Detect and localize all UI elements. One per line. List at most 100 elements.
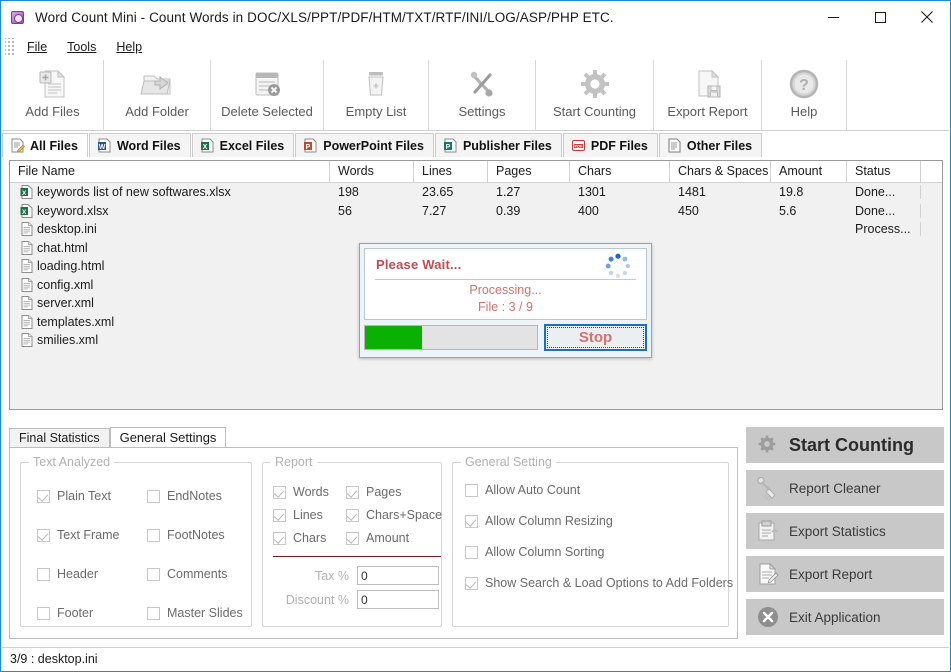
checkbox-report-lines-box[interactable]: [273, 509, 286, 522]
toolbar-start-counting[interactable]: Start Counting: [536, 60, 654, 130]
tax-input[interactable]: [357, 566, 439, 585]
tab-general-settings[interactable]: General Settings: [110, 427, 227, 448]
column-header-pages[interactable]: Pages: [488, 161, 570, 182]
column-header-chars[interactable]: Chars: [570, 161, 670, 182]
toolbar-empty-list[interactable]: Empty List: [324, 60, 429, 130]
tab-final-statistics[interactable]: Final Statistics: [9, 428, 110, 448]
toolbar-add-folder[interactable]: Add Folder: [104, 60, 211, 130]
checkbox-footnotes-box[interactable]: [147, 529, 160, 542]
column-header-words[interactable]: Words: [330, 161, 414, 182]
stop-button[interactable]: Stop: [544, 324, 647, 351]
close-button[interactable]: [904, 1, 950, 33]
tab-other-files[interactable]: Other Files: [659, 133, 762, 157]
column-header-lines[interactable]: Lines: [414, 161, 488, 182]
checkbox-report-words-box[interactable]: [273, 486, 286, 499]
checkbox-plain-text[interactable]: Plain Text: [37, 489, 111, 503]
menu-item-file[interactable]: File: [17, 37, 57, 57]
checkbox-allow-column-resizing-box[interactable]: [465, 515, 478, 528]
checkbox-report-chars[interactable]: Chars: [273, 531, 326, 545]
toolbar-start-counting-label: Start Counting: [553, 104, 636, 119]
checkbox-comments[interactable]: Comments: [147, 567, 227, 581]
toolbar-settings[interactable]: Settings: [429, 60, 536, 130]
checkbox-text-frame[interactable]: Text Frame: [37, 528, 120, 542]
menu-item-help[interactable]: Help: [106, 37, 152, 57]
toolbar-delete-selected[interactable]: Delete Selected: [211, 60, 324, 130]
menu-item-tools[interactable]: Tools: [57, 37, 106, 57]
checkbox-allow-auto-count[interactable]: Allow Auto Count: [465, 483, 580, 497]
cell-amount: 19.8: [771, 185, 847, 199]
checkbox-report-words[interactable]: Words: [273, 485, 329, 499]
checkbox-show-search-load-options-box[interactable]: [465, 577, 478, 590]
action-exit-application[interactable]: Exit Application: [746, 599, 944, 635]
checkbox-report-pages-box[interactable]: [346, 486, 359, 499]
cell-name: Xkeyword.xlsx: [10, 204, 330, 218]
checkbox-allow-column-resizing[interactable]: Allow Column Resizing: [465, 514, 613, 528]
toolbar-export-report[interactable]: Export Report: [654, 60, 762, 130]
checkbox-report-lines-label: Lines: [293, 508, 323, 522]
column-header-file-name[interactable]: File Name: [10, 161, 330, 182]
checkbox-show-search-load-options-label: Show Search & Load Options to Add Folder…: [485, 576, 733, 590]
table-row[interactable]: Xkeywords list of new softwares.xlsx1982…: [10, 183, 942, 202]
menu-help-label: Help: [116, 40, 142, 54]
discount-input[interactable]: [357, 590, 439, 609]
checkbox-report-amount[interactable]: Amount: [346, 531, 409, 545]
column-header-amount[interactable]: Amount: [771, 161, 847, 182]
checkbox-footnotes[interactable]: FootNotes: [147, 528, 225, 542]
app-icon: [10, 10, 26, 26]
word-icon: W: [97, 138, 112, 153]
checkbox-footer-box[interactable]: [37, 607, 50, 620]
publisher-icon: P: [443, 138, 458, 153]
tab-all-files[interactable]: All Files: [2, 133, 88, 157]
checkbox-report-chars-box[interactable]: [273, 532, 286, 545]
export-report-icon: [691, 66, 725, 102]
checkbox-footer-label: Footer: [57, 606, 93, 620]
stop-button-label: Stop: [579, 329, 612, 346]
action-export-statistics[interactable]: Export Statistics: [746, 513, 944, 549]
maximize-button[interactable]: [857, 1, 903, 33]
tab-publisher-files[interactable]: P Publisher Files: [435, 133, 562, 157]
action-report-cleaner[interactable]: Report Cleaner: [746, 470, 944, 506]
tab-excel-files[interactable]: X Excel Files: [192, 133, 295, 157]
tab-word-files[interactable]: W Word Files: [89, 133, 191, 157]
checkbox-report-chars-space-label: Chars+Space: [366, 508, 442, 522]
checkbox-footer[interactable]: Footer: [37, 606, 93, 620]
checkbox-report-chars-space[interactable]: Chars+Space: [346, 508, 442, 522]
checkbox-plain-text-box[interactable]: [37, 490, 50, 503]
checkbox-endnotes[interactable]: EndNotes: [147, 489, 222, 503]
checkbox-text-frame-box[interactable]: [37, 529, 50, 542]
menu-tools-label: Tools: [67, 40, 96, 54]
checkbox-report-amount-box[interactable]: [346, 532, 359, 545]
toolbar-add-files[interactable]: Add Files: [2, 60, 104, 130]
checkbox-comments-box[interactable]: [147, 568, 160, 581]
file-name-text: server.xml: [37, 296, 94, 310]
checkbox-report-lines[interactable]: Lines: [273, 508, 323, 522]
column-header-status[interactable]: Status: [847, 161, 921, 182]
column-header-chars-spaces[interactable]: Chars & Spaces: [670, 161, 771, 182]
checkbox-header-box[interactable]: [37, 568, 50, 581]
checkbox-show-search-load-options[interactable]: Show Search & Load Options to Add Folder…: [465, 576, 733, 590]
action-export-report[interactable]: Export Report: [746, 556, 944, 592]
checkbox-report-chars-space-box[interactable]: [346, 509, 359, 522]
checkbox-endnotes-box[interactable]: [147, 490, 160, 503]
file-type-tabs: All Files W Word Files X Excel Files P P…: [2, 132, 949, 157]
tab-pdf-files[interactable]: PDF PDF Files: [563, 133, 658, 157]
checkbox-master-slides-box[interactable]: [147, 607, 160, 620]
checkbox-allow-column-sorting[interactable]: Allow Column Sorting: [465, 545, 605, 559]
checkbox-header[interactable]: Header: [37, 567, 98, 581]
checkbox-master-slides[interactable]: Master Slides: [147, 606, 243, 620]
checkbox-report-pages[interactable]: Pages: [346, 485, 401, 499]
action-start-counting[interactable]: Start Counting: [746, 427, 944, 463]
checkbox-header-label: Header: [57, 567, 98, 581]
report-title: Report: [271, 455, 317, 469]
minimize-button[interactable]: [810, 1, 856, 33]
tools-icon: [465, 66, 499, 102]
tab-powerpoint-files[interactable]: P PowerPoint Files: [295, 133, 434, 157]
table-row[interactable]: desktop.iniProcess...: [10, 220, 942, 239]
table-row[interactable]: Xkeyword.xlsx567.270.394004505.6Done...: [10, 202, 942, 221]
toolbar-help[interactable]: ? Help: [762, 60, 847, 130]
svg-text:X: X: [22, 190, 27, 197]
checkbox-allow-column-sorting-box[interactable]: [465, 546, 478, 559]
action-exit-application-label: Exit Application: [789, 610, 881, 625]
checkbox-allow-auto-count-box[interactable]: [465, 484, 478, 497]
gear-icon: [756, 433, 780, 457]
